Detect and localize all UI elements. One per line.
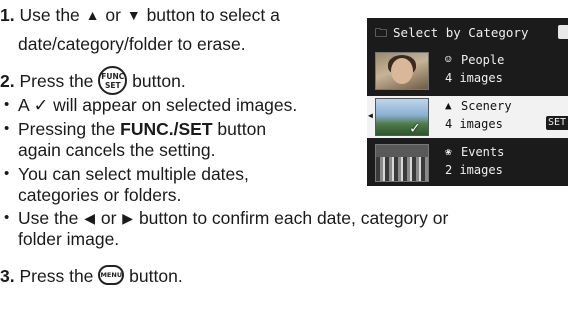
step-number: 3.	[0, 266, 15, 286]
step-3-line: 3. Press the MENU button.	[0, 265, 183, 287]
left-arrow-icon: ◀	[84, 210, 95, 226]
set-button[interactable]: SET	[546, 116, 568, 130]
events-icon: ❀	[445, 145, 452, 158]
bullet-text: A ✓ will appear on selected images.	[18, 95, 298, 115]
category-row-scenery[interactable]: ◀ ✓ ▲ Scenery 4 images SET	[367, 96, 568, 138]
category-count: 4 images	[445, 71, 503, 85]
left-indicator-icon: ◀	[368, 111, 373, 120]
bullet-icon: •	[4, 120, 10, 137]
category-name: Events	[461, 145, 505, 159]
bullet-icon: •	[4, 165, 10, 182]
lcd-title-bar: 🗀 Select by Category	[375, 24, 528, 45]
step-number: 2.	[0, 71, 15, 92]
func-set-button-icon: FUNC SET	[98, 66, 128, 95]
bullet-text: button	[217, 119, 267, 139]
bullet-item: • A ✓ will appear on selected images.	[0, 95, 297, 115]
camera-lcd-screen: 🗀 Select by Category ☺ People 4 images ◀ …	[367, 18, 568, 186]
category-name: Scenery	[461, 99, 512, 113]
bullet-continuation: folder image.	[18, 229, 120, 249]
category-count: 4 images	[445, 117, 503, 131]
up-arrow-icon: ▲	[85, 7, 100, 23]
bullet-item: • Pressing the FUNC./SET button	[0, 119, 266, 139]
category-row-people[interactable]: ☺ People 4 images	[367, 50, 568, 92]
bullet-continuation: categories or folders.	[18, 185, 182, 205]
step-text: button to select a	[146, 5, 280, 25]
scenery-thumbnail: ✓	[375, 98, 429, 136]
bullet-item: • Use the ◀ or ▶ button to confirm each …	[0, 208, 448, 228]
step-text: Use the	[19, 5, 80, 25]
bullet-continuation: again cancels the setting.	[18, 140, 216, 160]
step-text: Press the	[19, 266, 94, 286]
func-set-label: FUNC./SET	[120, 119, 213, 139]
bullet-icon: •	[4, 209, 10, 226]
bullet-text: Use the	[18, 208, 79, 228]
category-name: People	[461, 53, 505, 67]
lcd-title: Select by Category	[393, 25, 529, 40]
bullet-item: • You can select multiple dates,	[0, 164, 249, 184]
step-text: Press the	[19, 71, 94, 92]
category-count: 2 images	[445, 163, 503, 177]
step-text: button.	[129, 266, 183, 286]
step-text: button.	[132, 71, 186, 92]
bullet-text: You can select multiple dates,	[18, 164, 249, 184]
checkmark-icon: ✓	[410, 118, 420, 136]
step-1-line-1: 1. Use the ▲ or ▼ button to select a	[0, 5, 280, 25]
menu-button-icon: MENU	[98, 265, 125, 286]
menu-badge-icon	[558, 25, 568, 39]
step-number: 1.	[0, 5, 15, 25]
step-2-line: 2. Press the FUNC SET button.	[0, 66, 186, 97]
bullet-icon: •	[4, 96, 10, 113]
bullet-text: button to confirm each date, category or	[138, 208, 449, 228]
step-text: or	[105, 5, 121, 25]
people-thumbnail	[375, 52, 429, 90]
bullet-text: or	[100, 208, 117, 228]
events-thumbnail	[375, 144, 429, 182]
down-arrow-icon: ▼	[126, 7, 141, 23]
people-icon: ☺	[445, 53, 452, 66]
folder-icon: 🗀	[375, 26, 388, 40]
step-1-line-2: date/category/folder to erase.	[18, 34, 246, 54]
bullet-text: Pressing the	[18, 119, 116, 139]
right-arrow-icon: ▶	[122, 210, 134, 226]
scenery-icon: ▲	[445, 99, 452, 112]
category-row-events[interactable]: ❀ Events 2 images	[367, 142, 568, 184]
